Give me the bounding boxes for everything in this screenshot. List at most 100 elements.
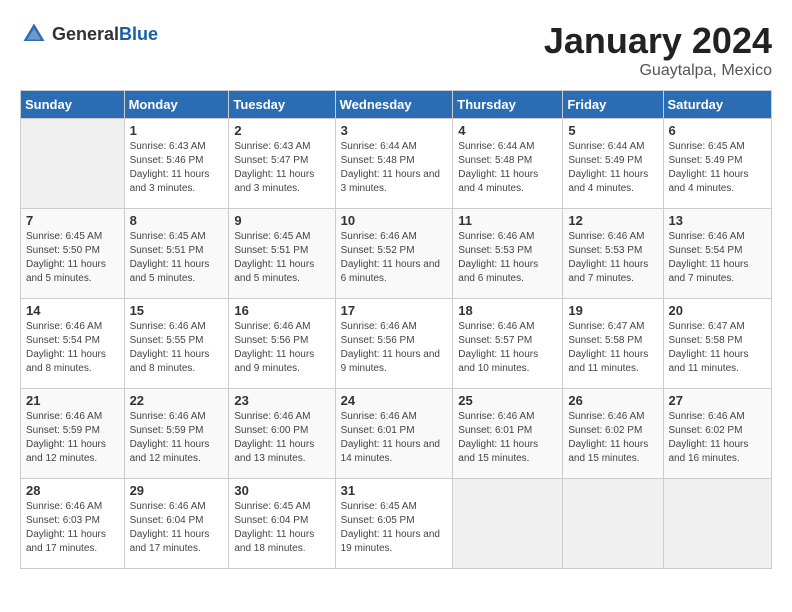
calendar-header-row: SundayMondayTuesdayWednesdayThursdayFrid… [21,91,772,119]
calendar-cell: 22 Sunrise: 6:46 AMSunset: 5:59 PMDayligh… [124,389,229,479]
cell-sun-info: Sunrise: 6:46 AMSunset: 5:54 PMDaylight:… [26,320,119,376]
calendar-cell: 10Sunrise: 6:46 AMSunset: 5:52 PMDayligh… [335,209,453,299]
cell-sun-info: Sunrise: 6:44 AMSunset: 5:48 PMDaylight:… [341,140,448,196]
calendar-cell: 17 Sunrise: 6:46 AMSunset: 5:56 PMDayligh… [335,299,453,389]
column-header-saturday: Saturday [663,91,772,119]
cell-sun-info: Sunrise: 6:46 AMSunset: 5:57 PMDaylight:… [458,320,557,376]
day-number: 22 [130,393,224,408]
calendar-cell [21,119,125,209]
cell-sun-info: Sunrise: 6:45 AMSunset: 5:50 PMDaylight:… [26,230,119,286]
day-number: 29 [130,483,224,498]
calendar-cell: 26 Sunrise: 6:46 AMSunset: 6:02 PMDayligh… [563,389,663,479]
column-header-wednesday: Wednesday [335,91,453,119]
column-header-thursday: Thursday [453,91,563,119]
logo-text: GeneralBlue [52,24,158,45]
day-number: 4 [458,123,557,138]
calendar-cell: 13Sunrise: 6:46 AMSunset: 5:54 PMDayligh… [663,209,772,299]
calendar-cell: 5Sunrise: 6:44 AMSunset: 5:49 PMDaylight… [563,119,663,209]
day-number: 3 [341,123,448,138]
calendar-cell: 23 Sunrise: 6:46 AMSunset: 6:00 PMDayligh… [229,389,335,479]
calendar-cell: 20 Sunrise: 6:47 AMSunset: 5:58 PMDayligh… [663,299,772,389]
calendar-week-row: 1 Sunrise: 6:43 AMSunset: 5:46 PMDaylight… [21,119,772,209]
logo: GeneralBlue [20,20,158,48]
cell-sun-info: Sunrise: 6:46 AMSunset: 5:59 PMDaylight:… [130,410,224,466]
calendar-cell: 28Sunrise: 6:46 AMSunset: 6:03 PMDayligh… [21,479,125,569]
day-number: 9 [234,213,329,228]
cell-sun-info: Sunrise: 6:46 AMSunset: 6:02 PMDaylight:… [669,410,767,466]
column-header-monday: Monday [124,91,229,119]
calendar-cell: 27Sunrise: 6:46 AMSunset: 6:02 PMDayligh… [663,389,772,479]
day-number: 17 [341,303,448,318]
cell-sun-info: Sunrise: 6:46 AMSunset: 6:01 PMDaylight:… [458,410,557,466]
calendar-cell: 4 Sunrise: 6:44 AMSunset: 5:48 PMDaylight… [453,119,563,209]
calendar-cell: 29 Sunrise: 6:46 AMSunset: 6:04 PMDayligh… [124,479,229,569]
calendar-cell [663,479,772,569]
day-number: 11 [458,213,557,228]
cell-sun-info: Sunrise: 6:45 AMSunset: 5:51 PMDaylight:… [130,230,224,286]
calendar-cell: 24 Sunrise: 6:46 AMSunset: 6:01 PMDayligh… [335,389,453,479]
day-number: 14 [26,303,119,318]
day-number: 15 [130,303,224,318]
calendar-cell: 1 Sunrise: 6:43 AMSunset: 5:46 PMDaylight… [124,119,229,209]
day-number: 20 [669,303,767,318]
day-number: 23 [234,393,329,408]
cell-sun-info: Sunrise: 6:46 AMSunset: 5:55 PMDaylight:… [130,320,224,376]
calendar-cell: 3 Sunrise: 6:44 AMSunset: 5:48 PMDaylight… [335,119,453,209]
cell-sun-info: Sunrise: 6:45 AMSunset: 6:05 PMDaylight:… [341,500,448,556]
calendar-week-row: 21 Sunrise: 6:46 AMSunset: 5:59 PMDayligh… [21,389,772,479]
day-number: 12 [568,213,657,228]
day-number: 1 [130,123,224,138]
calendar-location: Guaytalpa, Mexico [544,62,772,80]
column-header-sunday: Sunday [21,91,125,119]
cell-sun-info: Sunrise: 6:46 AMSunset: 6:04 PMDaylight:… [130,500,224,556]
calendar-cell: 8 Sunrise: 6:45 AMSunset: 5:51 PMDaylight… [124,209,229,299]
column-header-friday: Friday [563,91,663,119]
day-number: 19 [568,303,657,318]
day-number: 31 [341,483,448,498]
calendar-title: January 2024 [544,20,772,62]
logo-general: General [52,24,119,44]
calendar-cell: 11 Sunrise: 6:46 AMSunset: 5:53 PMDayligh… [453,209,563,299]
calendar-cell: 19 Sunrise: 6:47 AMSunset: 5:58 PMDayligh… [563,299,663,389]
day-number: 25 [458,393,557,408]
cell-sun-info: Sunrise: 6:43 AMSunset: 5:46 PMDaylight:… [130,140,224,196]
calendar-table: SundayMondayTuesdayWednesdayThursdayFrid… [20,90,772,569]
calendar-cell: 14 Sunrise: 6:46 AMSunset: 5:54 PMDayligh… [21,299,125,389]
day-number: 30 [234,483,329,498]
title-block: January 2024 Guaytalpa, Mexico [544,20,772,80]
cell-sun-info: Sunrise: 6:46 AMSunset: 5:52 PMDaylight:… [341,230,448,286]
cell-sun-info: Sunrise: 6:46 AMSunset: 5:59 PMDaylight:… [26,410,119,466]
cell-sun-info: Sunrise: 6:46 AMSunset: 5:56 PMDaylight:… [341,320,448,376]
cell-sun-info: Sunrise: 6:46 AMSunset: 6:02 PMDaylight:… [568,410,657,466]
calendar-cell: 16Sunrise: 6:46 AMSunset: 5:56 PMDayligh… [229,299,335,389]
calendar-cell: 15 Sunrise: 6:46 AMSunset: 5:55 PMDayligh… [124,299,229,389]
cell-sun-info: Sunrise: 6:47 AMSunset: 5:58 PMDaylight:… [669,320,767,376]
calendar-cell [563,479,663,569]
day-number: 24 [341,393,448,408]
cell-sun-info: Sunrise: 6:45 AMSunset: 5:51 PMDaylight:… [234,230,329,286]
calendar-week-row: 28Sunrise: 6:46 AMSunset: 6:03 PMDayligh… [21,479,772,569]
cell-sun-info: Sunrise: 6:43 AMSunset: 5:47 PMDaylight:… [234,140,329,196]
day-number: 8 [130,213,224,228]
calendar-cell: 2Sunrise: 6:43 AMSunset: 5:47 PMDaylight… [229,119,335,209]
cell-sun-info: Sunrise: 6:46 AMSunset: 6:00 PMDaylight:… [234,410,329,466]
day-number: 7 [26,213,119,228]
calendar-cell: 9 Sunrise: 6:45 AMSunset: 5:51 PMDaylight… [229,209,335,299]
cell-sun-info: Sunrise: 6:46 AMSunset: 6:01 PMDaylight:… [341,410,448,466]
cell-sun-info: Sunrise: 6:45 AMSunset: 5:49 PMDaylight:… [669,140,767,196]
cell-sun-info: Sunrise: 6:46 AMSunset: 5:56 PMDaylight:… [234,320,329,376]
calendar-week-row: 14 Sunrise: 6:46 AMSunset: 5:54 PMDayligh… [21,299,772,389]
calendar-cell: 12 Sunrise: 6:46 AMSunset: 5:53 PMDayligh… [563,209,663,299]
cell-sun-info: Sunrise: 6:44 AMSunset: 5:48 PMDaylight:… [458,140,557,196]
cell-sun-info: Sunrise: 6:46 AMSunset: 5:53 PMDaylight:… [568,230,657,286]
cell-sun-info: Sunrise: 6:46 AMSunset: 5:53 PMDaylight:… [458,230,557,286]
day-number: 6 [669,123,767,138]
day-number: 21 [26,393,119,408]
calendar-cell: 21 Sunrise: 6:46 AMSunset: 5:59 PMDayligh… [21,389,125,479]
cell-sun-info: Sunrise: 6:47 AMSunset: 5:58 PMDaylight:… [568,320,657,376]
day-number: 5 [568,123,657,138]
column-header-tuesday: Tuesday [229,91,335,119]
calendar-cell: 25 Sunrise: 6:46 AMSunset: 6:01 PMDayligh… [453,389,563,479]
cell-sun-info: Sunrise: 6:46 AMSunset: 6:03 PMDaylight:… [26,500,119,556]
day-number: 26 [568,393,657,408]
